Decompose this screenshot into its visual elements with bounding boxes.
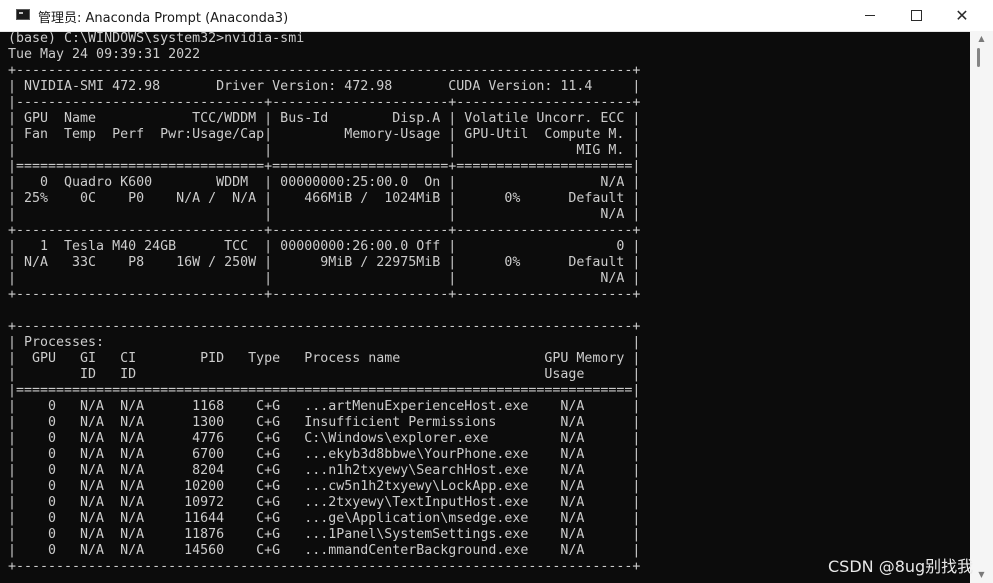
maximize-button[interactable] — [893, 0, 939, 31]
vertical-scrollbar[interactable]: ▲ ▼ — [970, 31, 993, 583]
close-button[interactable]: ✕ — [939, 0, 985, 31]
maximize-icon — [910, 9, 922, 21]
terminal-line: | GPU Name TCC/WDDM | Bus-Id Disp.A | Vo… — [8, 111, 641, 126]
terminal-line: |===============================+=======… — [8, 159, 641, 174]
console-icon — [16, 9, 30, 20]
terminal-line: | 1 Tesla M40 24GB TCC | 00000000:26:00.… — [8, 239, 641, 254]
terminal-line: | | | N/A | — [8, 207, 641, 222]
scrollbar-thumb[interactable] — [977, 48, 980, 67]
terminal-line: +---------------------------------------… — [8, 559, 641, 571]
terminal-line: | Fan Temp Perf Pwr:Usage/Cap| Memory-Us… — [8, 127, 641, 142]
terminal-line: | ID ID Usage | — [8, 367, 641, 382]
minimize-button[interactable] — [847, 0, 893, 31]
terminal-line: +-------------------------------+-------… — [8, 223, 641, 238]
terminal-line: | 0 N/A N/A 14560 C+G ...mmandCenterBack… — [8, 543, 641, 558]
terminal-line: | | | MIG M. | — [8, 143, 641, 158]
scroll-up-arrow-icon[interactable]: ▲ — [970, 33, 993, 45]
csdn-watermark: CSDN @8ug别找我 — [828, 557, 974, 576]
terminal-line: +---------------------------------------… — [8, 319, 641, 334]
terminal-line: | NVIDIA-SMI 472.98 Driver Version: 472.… — [8, 79, 641, 94]
terminal-line: |-------------------------------+-------… — [8, 95, 641, 110]
terminal-line: | 0 N/A N/A 10200 C+G ...cw5n1h2txyewy\L… — [8, 479, 641, 494]
terminal-line: +-------------------------------+-------… — [8, 287, 641, 302]
terminal-line: | 25% 0C P0 N/A / N/A | 466MiB / 1024MiB… — [8, 191, 641, 206]
terminal-line: | 0 N/A N/A 4776 C+G C:\Windows\explorer… — [8, 431, 641, 446]
terminal-output[interactable]: (base) C:\WINDOWS\system32>nvidia-smi Tue… — [8, 31, 968, 571]
terminal-line: Tue May 24 09:39:31 2022 — [8, 47, 201, 62]
terminal-line: | 0 N/A N/A 11644 C+G ...ge\Application\… — [8, 511, 641, 526]
terminal-line: | 0 Quadro K600 WDDM | 00000000:25:00.0 … — [8, 175, 641, 190]
terminal-line: | 0 N/A N/A 1168 C+G ...artMenuExperienc… — [8, 399, 641, 414]
minimize-icon — [865, 14, 875, 16]
terminal-line: | | | N/A | — [8, 271, 641, 286]
scroll-down-arrow-icon[interactable]: ▼ — [970, 569, 993, 581]
terminal-line: +---------------------------------------… — [8, 63, 641, 78]
terminal-line: |=======================================… — [8, 383, 641, 398]
terminal-line: | Processes: | — [8, 335, 641, 350]
terminal-line: | 0 N/A N/A 8204 C+G ...n1h2txyewy\Searc… — [8, 463, 641, 478]
terminal-line: | 0 N/A N/A 11876 C+G ...1Panel\SystemSe… — [8, 527, 641, 542]
terminal-line: | 0 N/A N/A 6700 C+G ...ekyb3d8bbwe\Your… — [8, 447, 641, 462]
console-window: 管理员: Anaconda Prompt (Anaconda3) ✕ (base… — [0, 0, 993, 583]
window-title: 管理员: Anaconda Prompt (Anaconda3) — [38, 11, 289, 26]
terminal-line: | 0 N/A N/A 1300 C+G Insufficient Permis… — [8, 415, 641, 430]
terminal-line: (base) C:\WINDOWS\system32>nvidia-smi — [8, 31, 305, 46]
terminal-line: | N/A 33C P8 16W / 250W | 9MiB / 22975Mi… — [8, 255, 641, 270]
title-bar[interactable]: 管理员: Anaconda Prompt (Anaconda3) ✕ — [0, 0, 993, 32]
terminal-line: | 0 N/A N/A 10972 C+G ...2txyewy\TextInp… — [8, 495, 641, 510]
terminal-line: | GPU GI CI PID Type Process name GPU Me… — [8, 351, 641, 366]
close-icon: ✕ — [955, 6, 969, 25]
